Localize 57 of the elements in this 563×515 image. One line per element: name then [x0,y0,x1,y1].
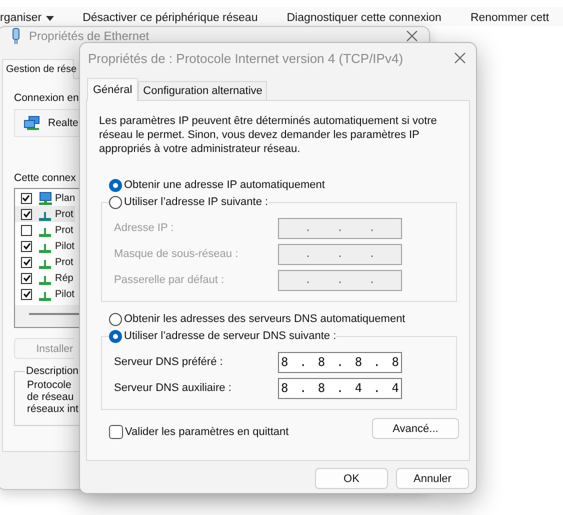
description-text: Protocole [27,379,72,391]
field-label: Adresse IP : [114,222,174,234]
radio-option[interactable]: Obtenir les adresses des serveurs DNS automatiquement [99,309,461,329]
list-item[interactable]: Rép [15,270,75,286]
checkbox[interactable] [21,240,32,252]
field-label: Masque de sous-réseau : [114,248,238,260]
list-item[interactable]: Prot [15,206,75,222]
checkbox[interactable] [21,272,32,284]
checkbox[interactable] [21,288,32,300]
list-item[interactable]: Plan [15,190,75,206]
plug-icon [11,28,21,44]
ok-button[interactable]: OK [315,468,388,489]
list-item[interactable]: Pilot [15,286,75,302]
field-label: Passerelle par défaut : [114,274,224,286]
description-text: réseaux int [27,403,78,415]
checkbox[interactable] [21,208,32,220]
toolbar-item[interactable]: Désactiver ce périphérique réseau [82,12,258,24]
field-label: Serveur DNS auxiliaire : [114,382,232,394]
tab[interactable]: Général [87,78,138,101]
field-label: Serveur DNS préféré : [114,356,223,368]
toolbar-item[interactable]: rganiser [0,12,42,24]
radio-button[interactable] [109,178,122,192]
close-icon[interactable] [454,52,466,64]
checkbox[interactable] [109,424,123,438]
network-icon [24,116,40,130]
intro-text: Les paramètres IP peuvent être déterminés automatiquement si votre réseau le permet. Sinon, vous devez demander les paramètres IP appropriés à votre administrateur réseau. [99,114,438,156]
checkbox[interactable] [21,256,32,268]
group-label: Description [25,365,80,377]
tab[interactable]: Configuration alternative [138,81,268,100]
radio-option[interactable]: Obtenir une adresse IP automatiquement [99,175,461,195]
radio-button[interactable] [109,196,122,208]
section-label: Cette connex [14,172,76,184]
window-title: Propriétés de Ethernet [29,30,150,42]
toolbar-item[interactable]: Diagnostiquer cette connexion [286,12,442,24]
cancel-button[interactable]: Annuler [396,468,469,489]
radio-option[interactable]: Utiliser l’adresse de serveur DNS suivante : [109,326,336,346]
adapter-name: Realte [48,117,78,129]
checkbox[interactable] [21,192,32,204]
list-item[interactable]: Prot [15,222,75,238]
computer-icon [38,192,52,204]
ip-address-field[interactable]: 8 . 8 . 4 . 4 [278,378,402,398]
description-text: de réseau [27,391,74,403]
list-item[interactable]: Prot [15,254,75,270]
radio-button[interactable] [109,330,122,342]
checkbox[interactable] [21,224,32,236]
radio-option[interactable]: Utiliser l’adresse IP suivante : [109,192,268,212]
caret-icon [46,16,54,20]
radio-button[interactable] [109,312,122,326]
dialog-title: Propriétés de : Protocole Internet version 4 (TCP/IPv4) [88,50,404,66]
tab[interactable]: Gestion de rése [2,59,74,79]
close-icon[interactable] [406,30,418,42]
toolbar-item[interactable]: Renommer cett [470,12,550,24]
ip-address-field[interactable]: 8 . 8 . 8 . 8 [278,352,402,372]
checkbox-option[interactable]: Valider les paramètres en quittant [109,424,289,438]
list-item[interactable]: Pilot [15,238,75,254]
section-label: Connexion en [14,92,79,104]
advanced-button[interactable]: Avancé... [372,418,459,439]
